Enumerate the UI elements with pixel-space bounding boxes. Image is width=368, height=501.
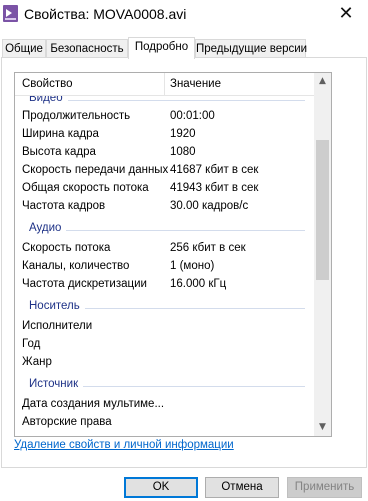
tab-strip: Общие Безопасность Подробно Предыдущие в… [0, 37, 368, 59]
property-value: 1 (моно) [170, 260, 215, 272]
property-name: Частота кадров [22, 200, 106, 212]
column-header-value[interactable]: Значение [170, 78, 221, 90]
property-name: Авторские права [22, 416, 112, 428]
scrollbar-thumb[interactable] [316, 140, 329, 280]
apply-button[interactable]: Применить [287, 477, 362, 498]
property-name: Высота кадра [22, 146, 96, 158]
list-item[interactable]: Скорость передачи данных 41687 кбит в се… [15, 163, 315, 181]
list-header: Свойство Значение [15, 73, 315, 96]
section-divider [29, 100, 305, 101]
section-audio[interactable]: Аудио [15, 222, 315, 238]
property-name: Общая скорость потока [22, 182, 149, 194]
list-item[interactable]: Исполнители [15, 319, 315, 337]
details-panel: Свойство Значение Видео Продолжительност… [1, 57, 367, 468]
section-label: Аудио [29, 222, 67, 234]
properties-list[interactable]: Свойство Значение Видео Продолжительност… [14, 72, 332, 437]
window-title: Свойства: MOVA0008.avi [24, 6, 187, 22]
section-source[interactable]: Источник [15, 378, 315, 394]
property-value: 41943 кбит в сек [170, 182, 259, 194]
list-item[interactable]: Ширина кадра 1920 [15, 127, 315, 145]
section-divider [29, 230, 305, 231]
list-item[interactable]: Год [15, 337, 315, 355]
section-label: Видео [29, 96, 68, 104]
close-icon[interactable]: ✕ [334, 2, 358, 26]
property-value: 16.000 кГц [170, 278, 227, 290]
tab-general[interactable]: Общие [2, 39, 46, 58]
property-name: Ширина кадра [22, 128, 99, 140]
property-name: Частота дискретизации [22, 278, 147, 290]
list-item[interactable]: Дата создания мультиме... [15, 397, 315, 415]
property-value: 256 кбит в сек [170, 242, 246, 254]
properties-rows: Видео Продолжительность 00:01:00 Ширина … [15, 96, 315, 436]
property-name: Продолжительность [22, 110, 131, 122]
list-item[interactable]: Скорость потока 256 кбит в сек [15, 241, 315, 259]
list-item[interactable]: Жанр [15, 355, 315, 373]
property-value: 41687 кбит в сек [170, 164, 259, 176]
scroll-up-icon[interactable]: ▲ [314, 73, 331, 90]
cancel-button[interactable]: Отмена [205, 477, 279, 498]
property-value: 1080 [170, 146, 196, 158]
tab-security[interactable]: Безопасность [46, 39, 128, 58]
property-name: Дата создания мультиме... [22, 398, 165, 410]
video-file-icon [3, 5, 18, 22]
column-divider[interactable] [164, 73, 165, 95]
property-name: Жанр [22, 356, 52, 368]
section-label: Носитель [29, 300, 85, 312]
section-media[interactable]: Носитель [15, 300, 315, 316]
property-value: 30.00 кадров/с [170, 200, 249, 212]
property-name: Скорость потока [22, 242, 111, 254]
list-item[interactable]: Частота дискретизации 16.000 кГц [15, 277, 315, 295]
list-item[interactable]: Продолжительность 00:01:00 [15, 109, 315, 127]
tab-previous-versions[interactable]: Предыдущие версии [195, 39, 307, 58]
tab-details[interactable]: Подробно [128, 37, 195, 59]
ok-button[interactable]: OK [124, 477, 198, 498]
section-video[interactable]: Видео [15, 96, 315, 108]
title-bar: Свойства: MOVA0008.avi ✕ [0, 0, 368, 30]
property-name: Год [22, 338, 41, 350]
section-label: Источник [29, 378, 84, 390]
property-name: Скорость передачи данных [22, 164, 169, 176]
vertical-scrollbar[interactable]: ▲ ▼ [314, 73, 331, 436]
property-value: 1920 [170, 128, 196, 140]
list-item[interactable]: Каналы, количество 1 (моно) [15, 259, 315, 277]
scroll-down-icon[interactable]: ▼ [314, 419, 331, 436]
list-item[interactable]: Высота кадра 1080 [15, 145, 315, 163]
property-name: Исполнители [22, 320, 93, 332]
list-item[interactable]: Авторские права [15, 415, 315, 433]
remove-properties-link[interactable]: Удаление свойств и личной информации [14, 439, 234, 451]
column-header-property[interactable]: Свойство [22, 78, 73, 90]
list-item[interactable]: Общая скорость потока 41943 кбит в сек [15, 181, 315, 199]
property-value: 00:01:00 [170, 110, 215, 122]
property-name: Каналы, количество [22, 260, 130, 272]
list-item[interactable]: Частота кадров 30.00 кадров/с [15, 199, 315, 217]
